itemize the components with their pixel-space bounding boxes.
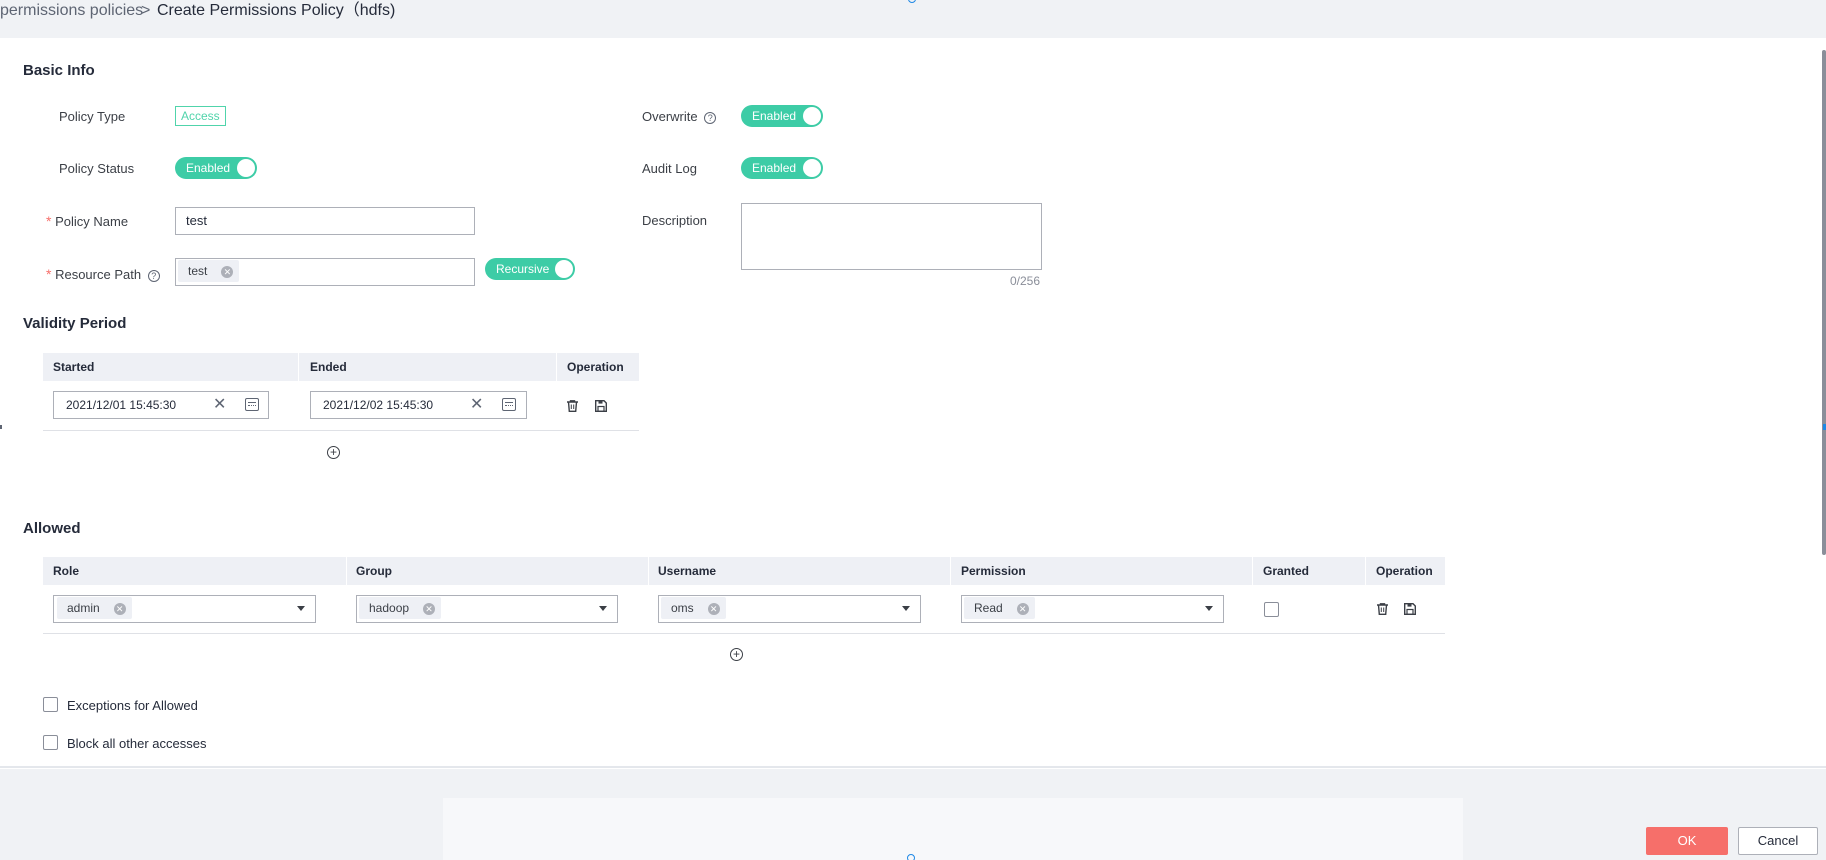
column-divider bbox=[1252, 557, 1253, 585]
recursive-toggle-text: Recursive bbox=[496, 262, 550, 276]
resize-handle-bottom[interactable] bbox=[907, 854, 915, 860]
exceptions-label: Exceptions for Allowed bbox=[67, 698, 198, 713]
row-divider bbox=[43, 633, 1445, 634]
clear-icon[interactable]: ✕ bbox=[470, 397, 483, 413]
breadcrumb-parent-link[interactable]: permissions policies bbox=[0, 2, 143, 20]
group-chip-text: hadoop bbox=[369, 601, 410, 615]
policy-name-label: * Policy Name bbox=[46, 213, 128, 230]
toggle-knob bbox=[237, 159, 255, 177]
required-star: * bbox=[46, 213, 52, 229]
required-star: * bbox=[46, 266, 52, 282]
overwrite-label-text: Overwrite bbox=[642, 109, 698, 124]
save-icon[interactable] bbox=[595, 400, 607, 412]
allowed-header-group: Group bbox=[356, 564, 392, 578]
policy-status-label: Policy Status bbox=[59, 161, 135, 176]
vertical-scrollbar[interactable] bbox=[1822, 50, 1826, 555]
policy-name-input[interactable]: test bbox=[175, 207, 475, 235]
trash-icon[interactable] bbox=[567, 400, 578, 412]
allowed-header-username: Username bbox=[658, 564, 717, 578]
block-accesses-checkbox[interactable] bbox=[43, 735, 58, 750]
column-divider bbox=[1365, 557, 1366, 585]
policy-status-toggle-text: Enabled bbox=[186, 161, 231, 175]
policy-type-label: Policy Type bbox=[59, 109, 126, 124]
resource-path-chip: test ✕ bbox=[178, 260, 240, 282]
cancel-button[interactable]: Cancel bbox=[1738, 827, 1818, 855]
description-label: Description bbox=[642, 213, 708, 228]
overwrite-toggle[interactable]: Enabled bbox=[741, 105, 823, 127]
validity-period-title: Validity Period bbox=[23, 315, 127, 332]
resource-path-label: * Resource Path ? bbox=[46, 266, 160, 283]
help-icon[interactable]: ? bbox=[147, 270, 160, 282]
remove-chip-icon[interactable]: ✕ bbox=[1016, 603, 1029, 615]
clear-icon[interactable]: ✕ bbox=[213, 397, 226, 413]
add-validity-row-icon[interactable]: + bbox=[327, 446, 340, 459]
allowed-header-role: Role bbox=[53, 564, 80, 578]
audit-log-label: Audit Log bbox=[642, 161, 697, 176]
role-chip: admin ✕ bbox=[57, 597, 132, 619]
policy-name-label-text: Policy Name bbox=[55, 214, 129, 229]
granted-checkbox[interactable] bbox=[1264, 602, 1279, 617]
left-edge-marker bbox=[0, 425, 2, 429]
calendar-icon[interactable] bbox=[245, 398, 259, 411]
resource-path-label-text: Resource Path bbox=[55, 267, 142, 282]
allowed-header-granted: Granted bbox=[1263, 564, 1310, 578]
permission-chip-text: Read bbox=[974, 601, 1003, 615]
policy-status-toggle[interactable]: Enabled bbox=[175, 157, 257, 179]
save-icon[interactable] bbox=[1404, 603, 1416, 615]
calendar-icon[interactable] bbox=[502, 398, 516, 411]
column-divider bbox=[950, 557, 951, 585]
end-date-input[interactable]: 2021/12/02 15:45:30 bbox=[310, 391, 527, 419]
toggle-knob bbox=[803, 159, 821, 177]
group-chip: hadoop ✕ bbox=[359, 597, 442, 619]
page-title: Create Permissions Policy（hdfs) bbox=[157, 2, 396, 19]
basic-info-title: Basic Info bbox=[23, 62, 95, 79]
allowed-table-header bbox=[43, 557, 1445, 585]
remove-chip-icon[interactable]: ✕ bbox=[113, 603, 126, 615]
audit-log-toggle[interactable]: Enabled bbox=[741, 157, 823, 179]
policy-type-tag: Access bbox=[175, 106, 226, 126]
username-chip-text: oms bbox=[671, 601, 694, 615]
overwrite-toggle-text: Enabled bbox=[752, 109, 797, 123]
allowed-title: Allowed bbox=[23, 520, 81, 537]
trash-icon[interactable] bbox=[1377, 603, 1388, 615]
resource-path-chip-text: test bbox=[188, 264, 208, 278]
chevron-down-icon bbox=[599, 606, 607, 611]
allowed-header-operation: Operation bbox=[1376, 564, 1433, 578]
permission-chip: Read ✕ bbox=[964, 597, 1035, 619]
remove-chip-icon[interactable]: ✕ bbox=[221, 266, 234, 278]
username-chip: oms ✕ bbox=[661, 597, 726, 619]
help-icon[interactable]: ? bbox=[704, 112, 717, 124]
validity-header-operation: Operation bbox=[567, 360, 624, 374]
description-counter: 0/256 bbox=[1010, 274, 1041, 288]
content-bottom-border bbox=[0, 766, 1826, 768]
allowed-header-permission: Permission bbox=[961, 564, 1026, 578]
remove-chip-icon[interactable]: ✕ bbox=[707, 603, 720, 615]
footer-panel bbox=[443, 798, 1463, 860]
chevron-down-icon bbox=[297, 606, 305, 611]
column-divider bbox=[298, 353, 299, 381]
column-divider bbox=[556, 353, 557, 381]
row-divider bbox=[43, 430, 639, 431]
description-textarea[interactable] bbox=[741, 203, 1042, 270]
chevron-down-icon bbox=[1205, 606, 1213, 611]
validity-header-started: Started bbox=[53, 360, 95, 374]
toggle-knob bbox=[803, 107, 821, 125]
add-allowed-row-icon[interactable]: + bbox=[730, 648, 743, 661]
start-date-input[interactable]: 2021/12/01 15:45:30 bbox=[53, 391, 269, 419]
block-accesses-label: Block all other accesses bbox=[67, 736, 207, 751]
chevron-down-icon bbox=[902, 606, 910, 611]
ok-button[interactable]: OK bbox=[1646, 827, 1728, 855]
breadcrumb-separator: > bbox=[141, 2, 151, 19]
column-divider bbox=[648, 557, 649, 585]
exceptions-checkbox[interactable] bbox=[43, 697, 58, 712]
validity-header-ended: Ended bbox=[310, 360, 347, 374]
recursive-toggle[interactable]: Recursive bbox=[485, 258, 575, 280]
toggle-knob bbox=[555, 260, 573, 278]
column-divider bbox=[346, 557, 347, 585]
audit-log-toggle-text: Enabled bbox=[752, 161, 797, 175]
overwrite-label: Overwrite ? bbox=[642, 109, 717, 125]
remove-chip-icon[interactable]: ✕ bbox=[423, 603, 436, 615]
role-chip-text: admin bbox=[67, 601, 100, 615]
